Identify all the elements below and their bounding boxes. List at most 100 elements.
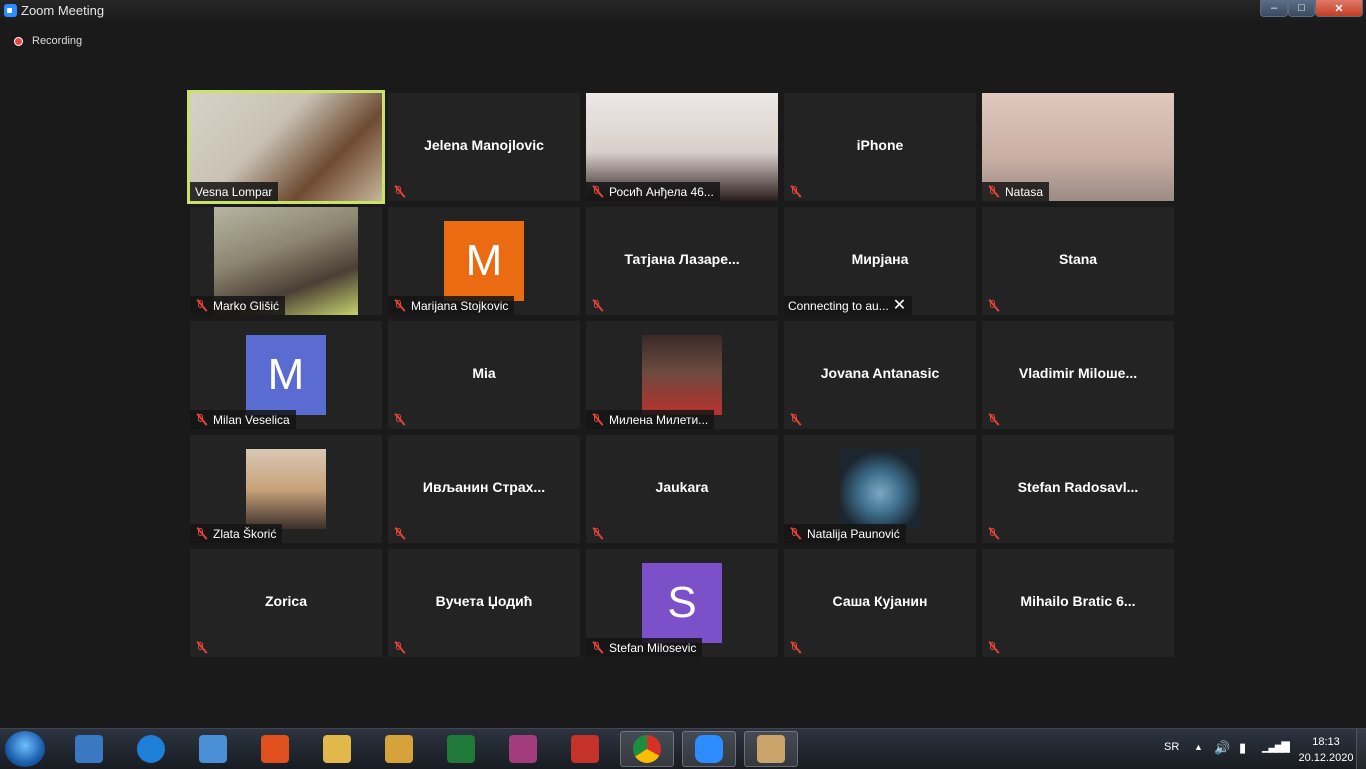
mute-indicator [586,524,609,543]
taskbar-winrar-button[interactable] [496,731,550,767]
participant-photo [642,335,722,415]
muted-mic-icon [195,413,207,426]
participant-name: Vesna Lompar [195,184,273,199]
participant-name: Stefan Radosavl... [1017,479,1139,495]
muted-mic-icon [789,185,801,198]
participant-name: Ивљанин Страх... [422,479,546,495]
participant-label: Росић Анђела 46... [586,182,720,201]
excel-icon [447,735,475,763]
taskbar-folder-button[interactable] [310,731,364,767]
participant-name: Marko Glišić [213,298,280,313]
participant-name: Jaukara [655,479,709,495]
participant-tile[interactable]: Jovana Antanasic [784,321,976,429]
participant-name: Jelena Manojlovic [424,137,544,153]
volume-icon[interactable]: 🔊 [1214,740,1230,756]
taskbar-media-player-button[interactable] [62,731,116,767]
paint-icon [757,735,785,763]
muted-mic-icon [591,413,603,426]
clock-date[interactable]: 20.12.2020 [1296,752,1356,764]
participant-tile[interactable]: Jaukara [586,435,778,543]
participant-tile[interactable]: Natalija Paunović [784,435,976,543]
taskbar-tool-button[interactable] [372,731,426,767]
muted-mic-icon [393,413,405,426]
participant-tile[interactable]: Ивљанин Страх... [388,435,580,543]
muted-mic-icon [987,413,999,426]
record-icon [14,36,23,46]
participant-label: Marijana Stojkovic [388,296,515,315]
participant-tile[interactable]: Вучета Џодић [388,549,580,657]
muted-mic-icon [789,527,801,540]
participant-tile[interactable]: Jelena Manojlovic [388,93,580,201]
participant-tile[interactable]: Росић Анђела 46... [586,93,778,201]
participant-tile[interactable]: Mia [388,321,580,429]
muted-mic-icon [987,299,999,312]
participant-tile[interactable]: Natasa [982,93,1174,201]
taskbar-antivirus-button[interactable] [558,731,612,767]
language-indicator[interactable]: SR [1164,741,1179,753]
participant-tile[interactable]: Татјана Лазаре... [586,207,778,315]
participant-tile[interactable]: Саша Кујанин [784,549,976,657]
participant-tile[interactable]: Mihailo Bratic 6... [982,549,1174,657]
taskbar-video-app-button[interactable] [186,731,240,767]
muted-mic-icon [393,185,405,198]
participant-name: Marijana Stojkovic [411,298,509,313]
participant-tile[interactable]: Stefan Radosavl... [982,435,1174,543]
participant-tile[interactable]: Zorica [190,549,382,657]
taskbar-ie-button[interactable] [124,731,178,767]
taskbar-zoom-button[interactable] [682,731,736,767]
participant-avatar: M [246,335,326,415]
media-player-icon [75,735,103,763]
tray-expand-icon[interactable]: ▲ [1194,742,1203,752]
muted-mic-icon [393,527,405,540]
mute-indicator [982,410,1005,429]
muted-mic-icon [393,299,405,312]
participant-tile[interactable]: S Stefan Milosevic [586,549,778,657]
mute-indicator [982,296,1005,315]
mute-indicator [388,182,411,201]
mute-indicator [982,524,1005,543]
maximize-button[interactable]: □ [1288,0,1315,17]
participant-tile[interactable]: M Marijana Stojkovic [388,207,580,315]
participant-label: Natasa [982,182,1050,201]
taskbar-paint-button[interactable] [744,731,798,767]
recording-indicator[interactable]: Recording [14,35,82,47]
zoom-app-icon [4,4,17,17]
zoom-icon [695,735,723,763]
participant-tile[interactable]: Мирјана Connecting to au... ✕ [784,207,976,315]
close-button[interactable]: ✕ [1315,0,1363,17]
muted-mic-icon [789,641,801,654]
title-bar: Zoom Meeting – □ ✕ [0,0,1366,21]
antivirus-icon [571,735,599,763]
muted-mic-icon [195,641,207,654]
network-icon[interactable]: ▁▃▅▇ [1262,740,1290,753]
mute-indicator [982,638,1005,657]
folder-icon [323,735,351,763]
tool-icon [385,735,413,763]
close-icon[interactable]: ✕ [893,297,906,313]
participant-tile[interactable]: Zlata Škorić [190,435,382,543]
muted-mic-icon [591,641,603,654]
participant-tile[interactable]: Vesna Lompar [187,90,385,204]
minimize-button[interactable]: – [1260,0,1288,17]
participant-tile[interactable]: Милена Милети... [586,321,778,429]
participant-tile[interactable]: M Milan Veselica [190,321,382,429]
participant-tile[interactable]: Marko Glišić [190,207,382,315]
show-desktop-button[interactable] [1356,729,1366,769]
mute-indicator [190,638,213,657]
clock-time[interactable]: 18:13 [1296,736,1356,748]
participant-name: Мирјана [851,251,909,267]
participant-label: Natalija Paunović [784,524,906,543]
muted-mic-icon [591,299,603,312]
mute-indicator [388,638,411,657]
participant-name: Zorica [264,593,307,609]
muted-mic-icon [591,527,603,540]
power-icon[interactable]: ▮ [1239,740,1246,756]
participant-tile[interactable]: iPhone [784,93,976,201]
participant-tile[interactable]: Vladimir Milоше... [982,321,1174,429]
taskbar-chrome-button[interactable] [620,731,674,767]
participant-tile[interactable]: Stana [982,207,1174,315]
muted-mic-icon [393,641,405,654]
taskbar-pdf-reader-button[interactable] [248,731,302,767]
start-button[interactable] [5,731,45,767]
taskbar-excel-button[interactable] [434,731,488,767]
